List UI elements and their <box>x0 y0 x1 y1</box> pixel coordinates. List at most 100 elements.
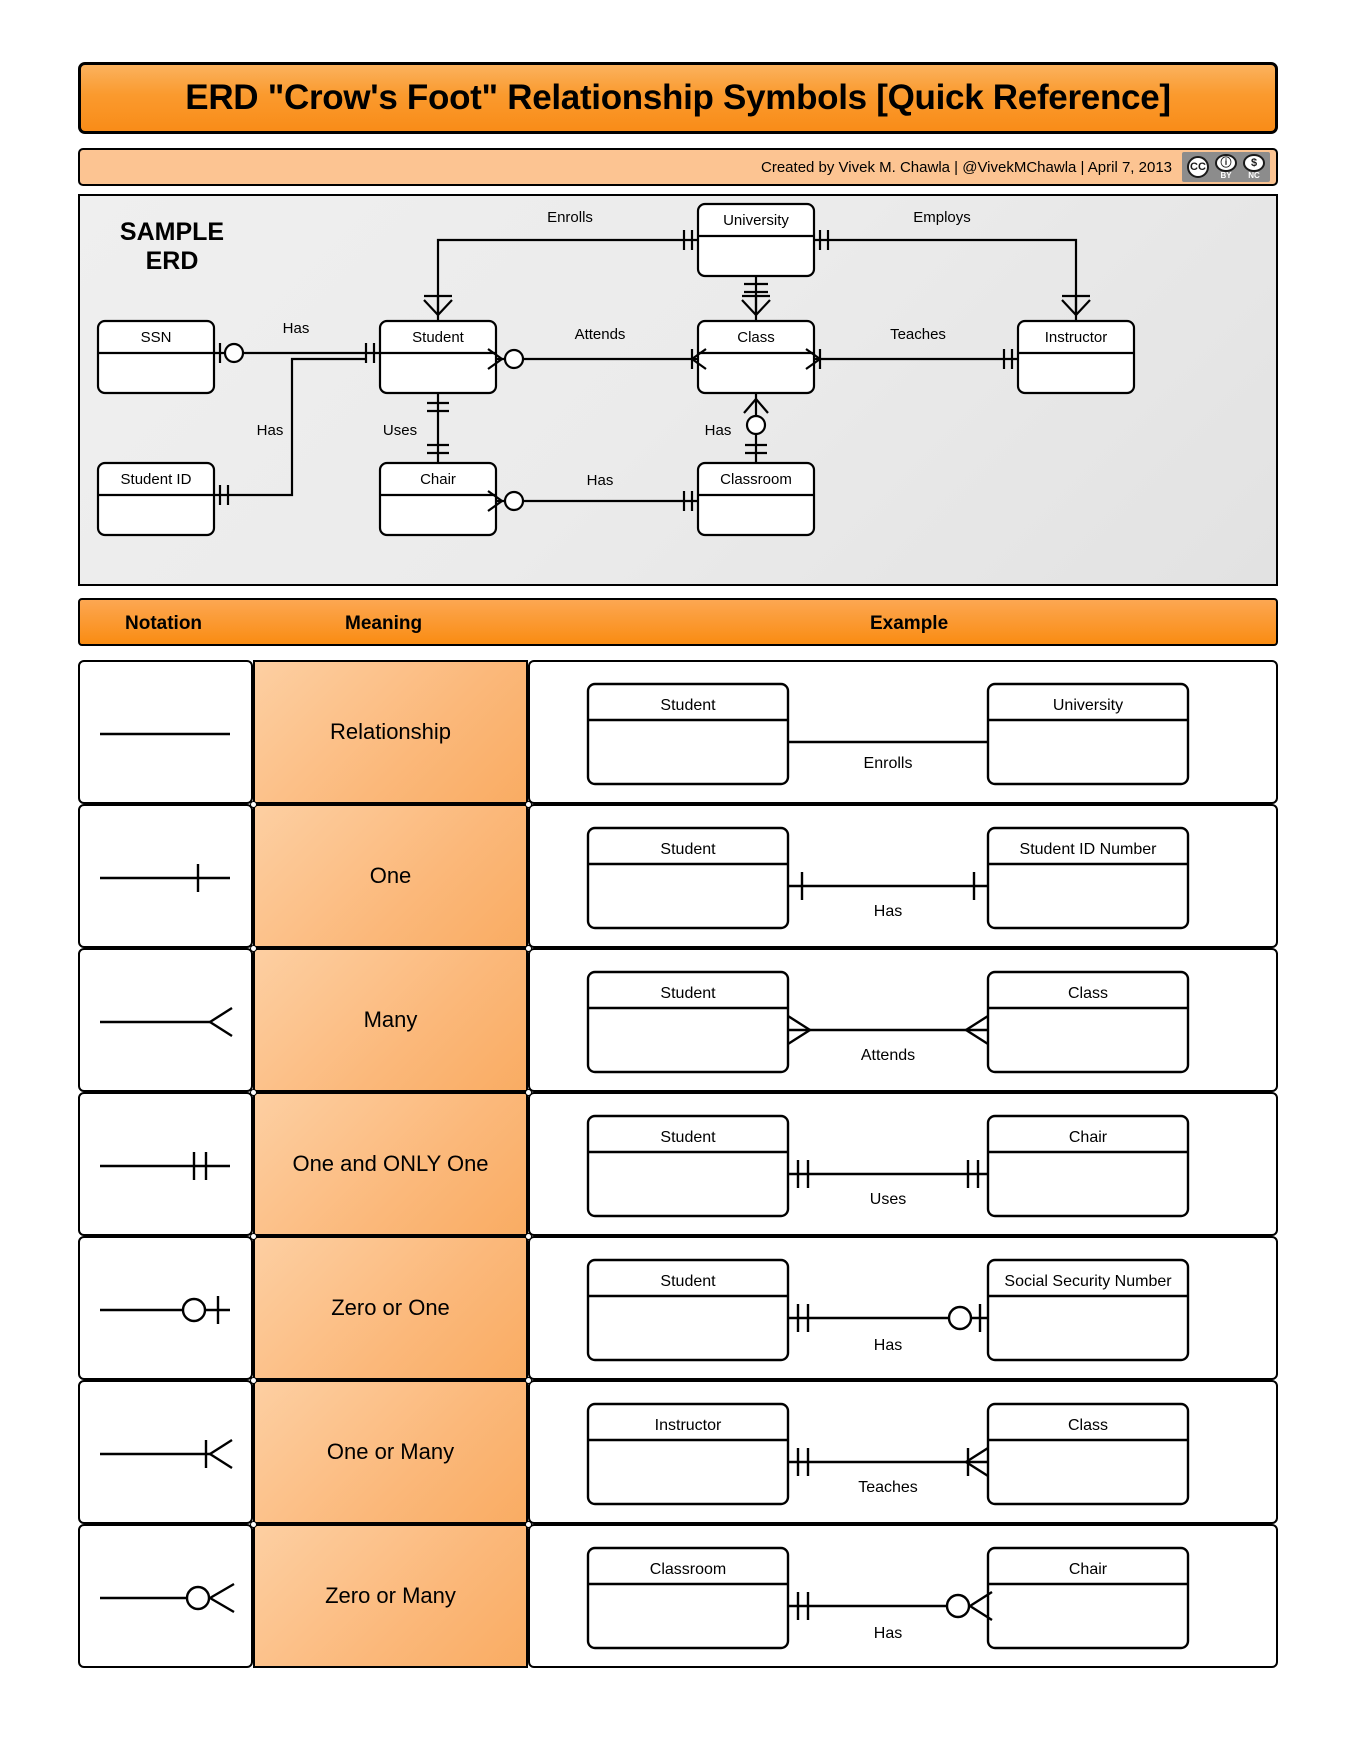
erd-rel-studentid-student: Has <box>214 357 366 505</box>
erd-rel-chair-classroom: Has <box>487 472 698 512</box>
notation-cell-one-and-only-one <box>78 1092 253 1236</box>
erd-rel-student-class: Attends <box>487 326 707 370</box>
svg-text:University: University <box>723 212 789 229</box>
table-row: Many Student Class Attends <box>78 948 1278 1092</box>
example-cell-one: Student Student ID Number Has <box>528 804 1278 948</box>
example-cell-many: Student Class Attends <box>528 948 1278 1092</box>
cc-nc-icon: $ NC <box>1241 154 1267 180</box>
example-entity-left: Student <box>660 697 716 714</box>
erd-rel-class-classroom: Has <box>705 393 769 463</box>
erd-entity-chair: Chair <box>378 461 498 537</box>
erd-entity-class: Class <box>696 319 816 395</box>
erd-entity-university: University <box>696 202 816 278</box>
meaning-label: One and ONLY One <box>292 1151 489 1176</box>
meaning-cell-zero-or-many: Zero or Many <box>253 1524 528 1668</box>
example-entity-right: Class <box>1068 985 1108 1002</box>
cc-by-icon: ⓘ BY <box>1213 154 1239 180</box>
page-title: ERD "Crow's Foot" Relationship Symbols [… <box>185 78 1171 117</box>
credits-text: Created by Vivek M. Chawla | @VivekMChaw… <box>761 158 1172 176</box>
svg-text:Uses: Uses <box>383 422 417 439</box>
example-cell-zero-or-one: Student Social Security Number Has <box>528 1236 1278 1380</box>
meaning-label: Relationship <box>329 719 452 744</box>
notation-cell-one-or-many <box>78 1380 253 1524</box>
example-entity-right: Social Security Number <box>1004 1273 1172 1290</box>
credits-bar: Created by Vivek M. Chawla | @VivekMChaw… <box>78 148 1278 186</box>
meaning-label: One or Many <box>326 1439 455 1464</box>
example-entity-right: Class <box>1068 1417 1108 1434</box>
table-row: Relationship Student University Enrolls <box>78 660 1278 804</box>
cc-icon: CC <box>1185 154 1211 180</box>
example-entity-left: Classroom <box>650 1561 726 1578</box>
svg-text:SSN: SSN <box>141 329 172 346</box>
svg-text:Instructor: Instructor <box>1045 329 1108 346</box>
creative-commons-badges: CC ⓘ BY $ NC <box>1182 152 1270 182</box>
example-cell-one-or-many: Instructor Class Teaches <box>528 1380 1278 1524</box>
erd-entity-student: Student <box>378 319 498 395</box>
meaning-cell-zero-or-one: Zero or One <box>253 1236 528 1380</box>
notation-cell-zero-or-one <box>78 1236 253 1380</box>
erd-entity-ssn: SSN <box>96 319 216 395</box>
notation-table-header: Notation Meaning Example <box>78 598 1278 646</box>
svg-text:Has: Has <box>283 320 310 337</box>
svg-text:Classroom: Classroom <box>720 471 792 488</box>
example-entity-left: Student <box>660 985 716 1002</box>
example-relationship-label: Uses <box>870 1191 906 1208</box>
svg-text:Student ID: Student ID <box>121 471 192 488</box>
svg-text:Class: Class <box>737 329 775 346</box>
example-cell-relationship: Student University Enrolls <box>528 660 1278 804</box>
example-relationship-label: Teaches <box>858 1479 918 1496</box>
svg-text:Has: Has <box>705 422 732 439</box>
example-entity-left: Instructor <box>655 1417 722 1434</box>
example-entity-right: Student ID Number <box>1020 841 1158 858</box>
meaning-cell-relationship: Relationship <box>253 660 528 804</box>
page-title-bar: ERD "Crow's Foot" Relationship Symbols [… <box>78 62 1278 134</box>
example-relationship-label: Has <box>874 1625 902 1642</box>
page-root: ERD "Crow's Foot" Relationship Symbols [… <box>0 0 1360 1760</box>
erd-entity-classroom: Classroom <box>696 461 816 537</box>
notation-cell-one <box>78 804 253 948</box>
meaning-label: Many <box>363 1007 418 1032</box>
example-entity-right: Chair <box>1069 1561 1108 1578</box>
column-header-example: Example <box>870 613 949 634</box>
table-row: One or Many Instructor Class Teaches <box>78 1380 1278 1524</box>
table-row: Zero or One Student Social Security Numb… <box>78 1236 1278 1380</box>
erd-entity-instructor: Instructor <box>1016 319 1136 395</box>
meaning-label: Zero or One <box>331 1295 450 1320</box>
table-row: One and ONLY One Student Chair Uses <box>78 1092 1278 1236</box>
example-entity-left: Student <box>660 1273 716 1290</box>
svg-text:Has: Has <box>587 472 614 489</box>
notation-cell-many <box>78 948 253 1092</box>
example-relationship-label: Enrolls <box>864 755 913 772</box>
column-header-notation: Notation <box>125 613 203 634</box>
meaning-label: Zero or Many <box>325 1583 456 1608</box>
sample-erd-diagram: .ebox { fill:#ffffff; stroke:#000; strok… <box>96 202 1136 537</box>
erd-rel-student-chair: Uses <box>383 393 449 463</box>
example-relationship-label: Has <box>874 903 902 920</box>
meaning-label: One <box>369 863 412 888</box>
erd-rel-ssn-student: Has <box>214 320 380 364</box>
svg-text:Teaches: Teaches <box>890 326 946 343</box>
meaning-cell-one: One <box>253 804 528 948</box>
example-cell-zero-or-many: Classroom Chair Has <box>528 1524 1278 1668</box>
meaning-cell-many: Many <box>253 948 528 1092</box>
table-row: Zero or Many Classroom Chair Has <box>78 1524 1278 1668</box>
column-header-meaning: Meaning <box>345 613 423 634</box>
erd-entity-student-id: Student ID <box>96 461 216 537</box>
notation-cell-zero-or-many <box>78 1524 253 1668</box>
svg-text:Chair: Chair <box>420 471 456 488</box>
svg-text:Has: Has <box>257 422 284 439</box>
erd-rel-student-university: Enrolls <box>423 209 698 321</box>
example-relationship-label: Has <box>874 1337 902 1354</box>
svg-text:Enrolls: Enrolls <box>547 209 593 226</box>
svg-text:Attends: Attends <box>575 326 626 343</box>
notation-cell-relationship <box>78 660 253 804</box>
example-relationship-label: Attends <box>861 1047 915 1064</box>
svg-text:Employs: Employs <box>913 209 971 226</box>
meaning-cell-one-or-many: One or Many <box>253 1380 528 1524</box>
erd-rel-university-class <box>741 276 771 321</box>
erd-rel-class-instructor: Teaches <box>805 326 1018 370</box>
sample-erd-panel: SAMPLE ERD .ebox { fill:#ffffff; stroke:… <box>78 194 1278 586</box>
table-row: One Student Student ID Number Has <box>78 804 1278 948</box>
erd-rel-university-instructor: Employs <box>814 209 1091 321</box>
example-entity-left: Student <box>660 841 716 858</box>
